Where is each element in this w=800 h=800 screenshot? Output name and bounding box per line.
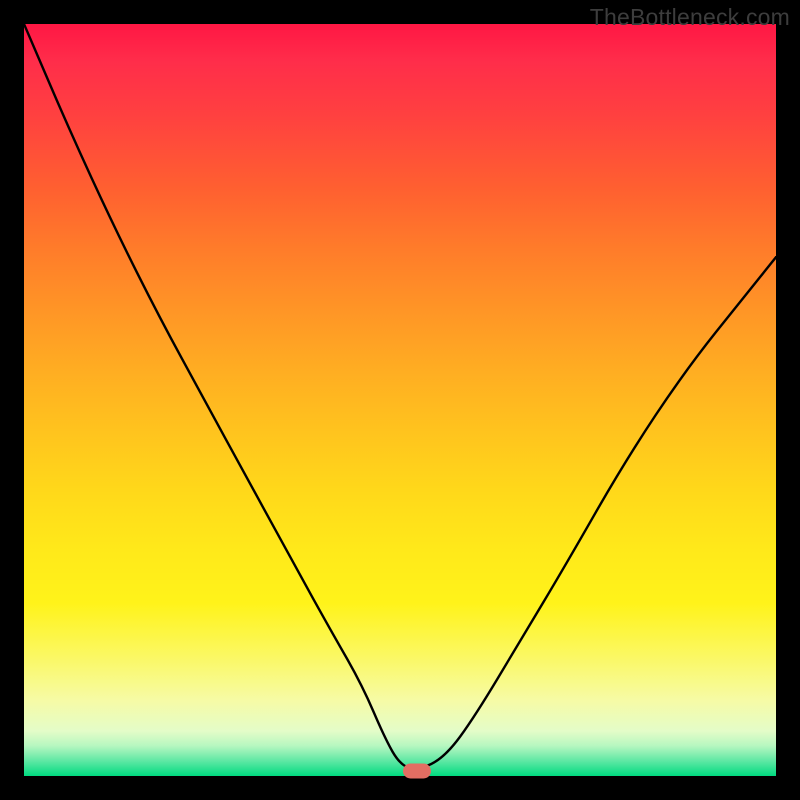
bottleneck-minimum-marker <box>403 763 431 778</box>
watermark-text: TheBottleneck.com <box>590 4 790 31</box>
bottleneck-curve <box>24 24 776 776</box>
chart-area <box>24 24 776 776</box>
